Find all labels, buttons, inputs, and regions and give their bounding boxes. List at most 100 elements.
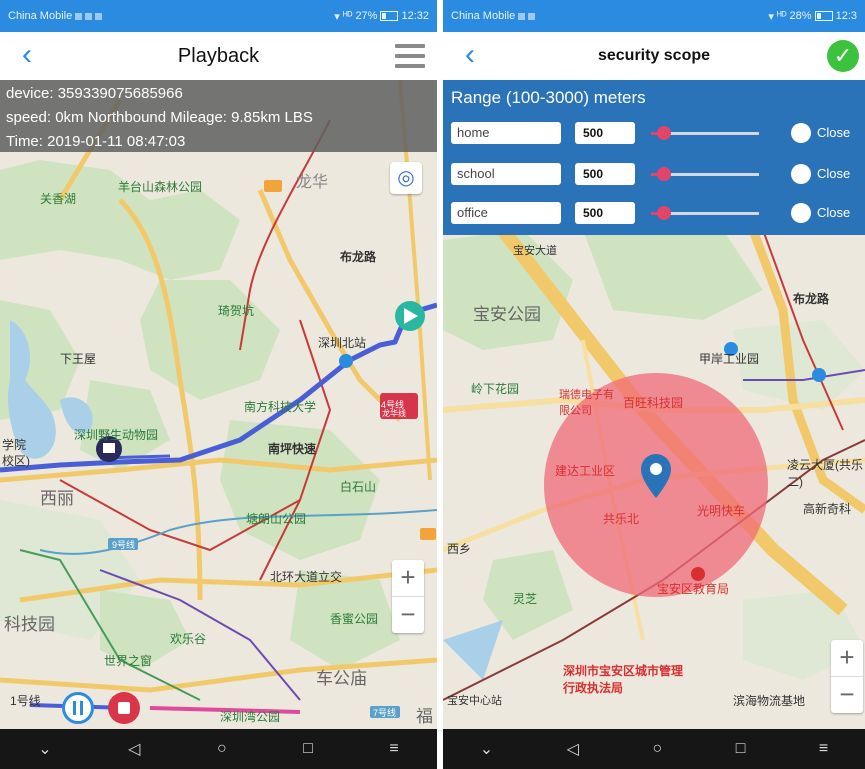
checkmark-icon: ✓ <box>833 43 853 68</box>
zoom-out-button[interactable]: − <box>831 676 863 713</box>
security-scope-panel: Range (100-3000) meters home 500 Close s… <box>443 80 865 235</box>
map-label: 布龙路 <box>793 292 830 306</box>
battery-label: 28% <box>789 10 812 22</box>
slider-thumb[interactable] <box>656 206 671 220</box>
security-scope-screen: China Mobile ▾ ᴴᴰ 28% 12:3 ‹ security sc… <box>443 0 865 769</box>
battery-icon <box>380 11 399 21</box>
map-view[interactable]: 羊台山森林公园 龙华 布龙路 琦贺坑 深圳北站 南方科技大学 深圳野生动物园 南… <box>0 80 437 729</box>
zone-row-office: office 500 Close <box>451 202 865 226</box>
nav-home-button[interactable]: ○ <box>653 740 663 758</box>
radius-slider[interactable] <box>651 126 759 140</box>
slider-thumb[interactable] <box>656 167 671 181</box>
nav-down-button[interactable]: ⌄ <box>38 739 51 759</box>
zone-toggle[interactable] <box>791 164 811 184</box>
toggle-label: Close <box>817 205 851 220</box>
map-label: 甲岸工业园 <box>699 352 760 366</box>
zone-name-input[interactable]: office <box>451 202 561 224</box>
map-label: 西丽 <box>40 489 74 508</box>
nav-more-button[interactable]: ≡ <box>819 740 828 758</box>
map-label: 车公庙 <box>316 669 367 688</box>
zone-radius-input[interactable]: 500 <box>575 202 635 224</box>
device-id: device: 359339075685966 <box>6 85 183 102</box>
timestamp: Time: 2019-01-11 08:47:03 <box>6 133 186 150</box>
map-label: 百旺科技园 <box>623 396 684 410</box>
map-label: 校区) <box>2 454 30 468</box>
nav-back-button[interactable]: ◁ <box>128 739 140 759</box>
zone-toggle[interactable] <box>791 123 811 143</box>
nav-home-button[interactable]: ○ <box>217 740 227 758</box>
speed-mileage: speed: 0km Northbound Mileage: 9.85km LB… <box>6 109 313 126</box>
menu-icon <box>395 44 425 48</box>
system-nav-bar: ⌄ ◁ ○ □ ≡ <box>0 729 437 769</box>
toggle-label: Close <box>817 125 851 140</box>
map-label: 深圳野生动物园 <box>74 428 159 442</box>
back-button[interactable]: ‹ <box>12 40 42 72</box>
page-title: security scope <box>597 47 711 64</box>
nav-down-button[interactable]: ⌄ <box>480 739 493 759</box>
map-label: 北环大道立交 <box>270 570 343 584</box>
battery-icon <box>814 11 833 21</box>
map-label: 深圳市宝安区城市管理行政执法局 <box>563 664 684 695</box>
confirm-button[interactable]: ✓ <box>827 40 859 72</box>
metro-badge: 龙华线 <box>382 409 406 418</box>
chevron-left-icon: ‹ <box>465 38 475 71</box>
zone-radius-input[interactable]: 500 <box>575 163 635 185</box>
wifi-icon: ▾ <box>334 10 340 23</box>
carrier-label: China Mobile <box>451 10 516 22</box>
map-label: 福 <box>416 707 433 726</box>
map-canvas <box>0 80 437 729</box>
map-label: 宝安中心站 <box>447 695 502 707</box>
map-label: 学院 <box>2 438 27 452</box>
status-bar: China Mobile ▾ ᴴᴰ 28% 12:3 <box>443 0 865 32</box>
nav-recents-button[interactable]: □ <box>736 740 746 758</box>
nav-back-button[interactable]: ◁ <box>567 739 579 759</box>
nav-recents-button[interactable]: □ <box>303 740 313 758</box>
map-label: 灵芝 <box>513 592 538 606</box>
map-label: 塘朗山公园 <box>246 512 307 526</box>
zoom-out-button[interactable]: − <box>392 596 424 633</box>
map-label: 高新奇科 <box>803 502 852 516</box>
map-label: 宝安公园 <box>473 305 541 324</box>
notification-icon <box>95 12 103 20</box>
zoom-in-button[interactable]: + <box>392 560 424 596</box>
radius-slider[interactable] <box>651 206 759 220</box>
map-label: 南方科技大学 <box>244 400 317 414</box>
menu-button[interactable] <box>395 44 425 68</box>
map-label: 下王屋 <box>60 352 97 366</box>
back-button[interactable]: ‹ <box>455 40 485 72</box>
map-label: 深圳北站 <box>318 336 367 350</box>
radius-slider[interactable] <box>651 167 759 181</box>
map-label: 南坪快速 <box>268 442 317 456</box>
zone-toggle[interactable] <box>791 203 811 223</box>
map-label: 宝安区教育局 <box>657 582 730 596</box>
zone-name-input[interactable]: school <box>451 163 561 185</box>
map-label: 布龙路 <box>340 250 377 264</box>
zone-row-home: home 500 Close <box>451 122 865 146</box>
nav-more-button[interactable]: ≡ <box>389 740 398 758</box>
wifi-icon: ▾ <box>768 10 774 23</box>
map-label: 羊台山森林公园 <box>118 180 203 194</box>
zone-row-school: school 500 Close <box>451 163 865 187</box>
map-label: 欢乐谷 <box>170 632 207 646</box>
zone-name-input[interactable]: home <box>451 122 561 144</box>
status-bar: China Mobile ▾ ᴴᴰ 27% 12:32 <box>0 0 437 32</box>
stop-button[interactable] <box>108 692 140 724</box>
metro-badge: 9号线 <box>112 540 136 550</box>
zoom-in-button[interactable]: + <box>831 640 863 676</box>
map-label: 关香湖 <box>40 192 77 206</box>
map-label: 1号线 <box>10 694 41 708</box>
stop-icon <box>118 702 130 714</box>
map-label: 建达工业区 <box>555 464 616 478</box>
device-info-overlay: device: 359339075685966 speed: 0km North… <box>0 80 437 152</box>
slider-thumb[interactable] <box>656 126 671 140</box>
map-label: 深圳湾公园 <box>220 710 281 724</box>
signal-label: ᴴᴰ <box>342 10 353 22</box>
pause-button[interactable] <box>62 692 94 724</box>
map-layer-button[interactable]: ◎ <box>390 162 422 194</box>
map-label: 岭下花园 <box>471 382 520 396</box>
map-label: 凌云大厦(共乐二) <box>787 458 863 489</box>
zone-radius-input[interactable]: 500 <box>575 122 635 144</box>
map-label: 科技园 <box>4 615 55 634</box>
map-label: 琦贺坑 <box>218 304 255 318</box>
clock-label: 12:32 <box>401 10 429 22</box>
